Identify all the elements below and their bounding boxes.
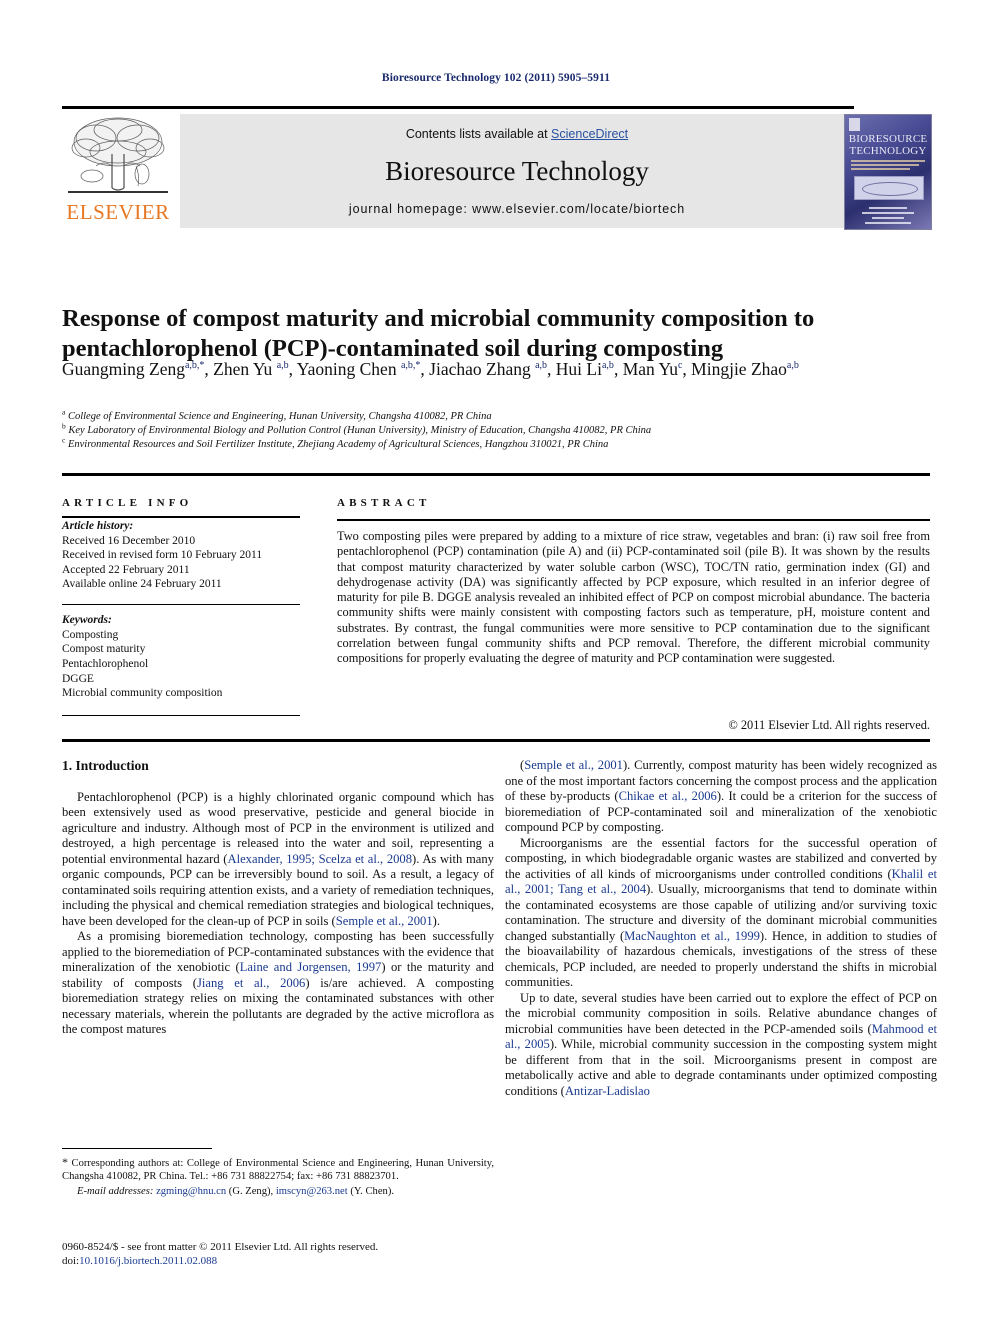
affiliation: c Environmental Resources and Soil Ferti… — [62, 435, 609, 450]
affiliation-list: a College of Environmental Science and E… — [62, 407, 928, 452]
cover-title-line1: BIORESOURCE — [848, 133, 928, 145]
article-history-item: Received 16 December 2010 — [62, 534, 196, 547]
cover-title: BIORESOURCE TECHNOLOGY — [845, 133, 931, 157]
cover-elsevier-icon — [849, 118, 860, 131]
keywords-bottom-divider — [62, 714, 300, 717]
journal-title: Bioresource Technology — [385, 156, 649, 186]
article-history-list: Received 16 December 2010 Received in rev… — [62, 534, 300, 592]
article-info-rule — [62, 516, 300, 518]
elsevier-wordmark: ELSEVIER — [66, 200, 170, 224]
info-abstract-top-rule — [62, 473, 930, 476]
affiliation: b Key Laboratory of Environmental Biolog… — [62, 421, 652, 436]
cover-figure — [854, 176, 924, 200]
elsevier-tree-icon — [66, 114, 170, 200]
body-paragraph: (Semple et al., 2001). Currently, compos… — [505, 758, 937, 834]
corresponding-author-note: * Corresponding authors at: College of E… — [62, 1155, 494, 1183]
front-matter-line: 0960-8524/$ - see front matter © 2011 El… — [62, 1241, 379, 1253]
body-paragraph: Microorganisms are the essential factors… — [505, 835, 938, 990]
journal-banner: Contents lists available at ScienceDirec… — [180, 114, 854, 228]
left-column-paragraphs: Pentachlorophenol (PCP) is a highly chlo… — [62, 790, 494, 1038]
author-list: Guangming Zenga,b,*, Zhen Yu a,b, Yaonin… — [62, 359, 799, 379]
abstract-text: Two composting piles were prepared by ad… — [337, 529, 930, 666]
keywords-label: Keywords: — [62, 614, 112, 627]
body-paragraph: Pentachlorophenol (PCP) is a highly chlo… — [62, 789, 494, 928]
keyword-item: DGGE — [62, 672, 94, 685]
body-paragraph: Up to date, several studies have been ca… — [505, 990, 937, 1098]
journal-masthead: ELSEVIER Contents lists available at Sci… — [62, 106, 932, 230]
journal-homepage[interactable]: journal homepage: www.elsevier.com/locat… — [180, 202, 854, 216]
cover-footer-lines — [855, 207, 921, 227]
section-heading-introduction: 1. Introduction — [62, 758, 149, 773]
body-column-right: (Semple et al., 2001). Currently, compos… — [505, 758, 937, 1099]
right-column-paragraphs: (Semple et al., 2001). Currently, compos… — [505, 758, 937, 1099]
affiliation: a College of Environmental Science and E… — [62, 407, 492, 422]
journal-cover-thumbnail: BIORESOURCE TECHNOLOGY — [844, 114, 932, 230]
page-title: Response of compost maturity and microbi… — [62, 305, 815, 363]
cover-title-line2: TECHNOLOGY — [849, 144, 927, 157]
cover-subtitle-lines — [851, 160, 925, 172]
contents-prefix: Contents lists available at — [405, 127, 552, 141]
doi-line: doi:10.1016/j.biortech.2011.02.088 — [62, 1255, 218, 1267]
keyword-item: Pentachlorophenol — [62, 658, 149, 671]
article-info-heading: ARTICLE INFO — [62, 497, 193, 509]
email-addresses-note: E-mail addresses: zgming@hnu.cn (G. Zeng… — [77, 1186, 394, 1198]
abstract-rule — [337, 519, 930, 521]
abstract-bottom-rule — [62, 739, 930, 742]
body-column-left: 1. Introduction Pentachlorophenol (PCP) … — [62, 758, 494, 1038]
running-head: Bioresource Technology 102 (2011) 5905–5… — [381, 72, 611, 84]
keyword-item: Compost maturity — [62, 643, 146, 656]
article-history-label: Article history: — [62, 520, 134, 532]
article-page: Bioresource Technology 102 (2011) 5905–5… — [0, 0, 992, 1323]
masthead-top-rule — [62, 106, 854, 109]
article-info-divider — [62, 603, 300, 606]
contents-line: Contents lists available at ScienceDirec… — [180, 127, 854, 141]
article-history-item: Received in revised form 10 February 201… — [62, 549, 263, 562]
elsevier-logo: ELSEVIER — [62, 114, 174, 226]
keywords-list: Composting Compost maturity Pentachlorophe… — [62, 628, 300, 701]
abstract-heading: ABSTRACT — [337, 497, 431, 509]
sciencedirect-link[interactable]: ScienceDirect — [551, 127, 628, 141]
keyword-item: Composting — [62, 628, 119, 641]
footnote-rule — [62, 1148, 212, 1149]
article-history-item: Available online 24 February 2011 — [62, 578, 222, 591]
copyright-line: © 2011 Elsevier Ltd. All rights reserved… — [728, 718, 930, 732]
article-history-item: Accepted 22 February 2011 — [62, 563, 190, 576]
keyword-item: Microbial community composition — [62, 687, 223, 700]
article-info-column: Article history: Received 16 December 20… — [62, 519, 300, 717]
body-paragraph: As a promising bioremediation technology… — [62, 929, 494, 1036]
footnote-block: * Corresponding authors at: College of E… — [62, 1155, 494, 1199]
imprint-block: 0960-8524/$ - see front matter © 2011 El… — [62, 1240, 494, 1268]
